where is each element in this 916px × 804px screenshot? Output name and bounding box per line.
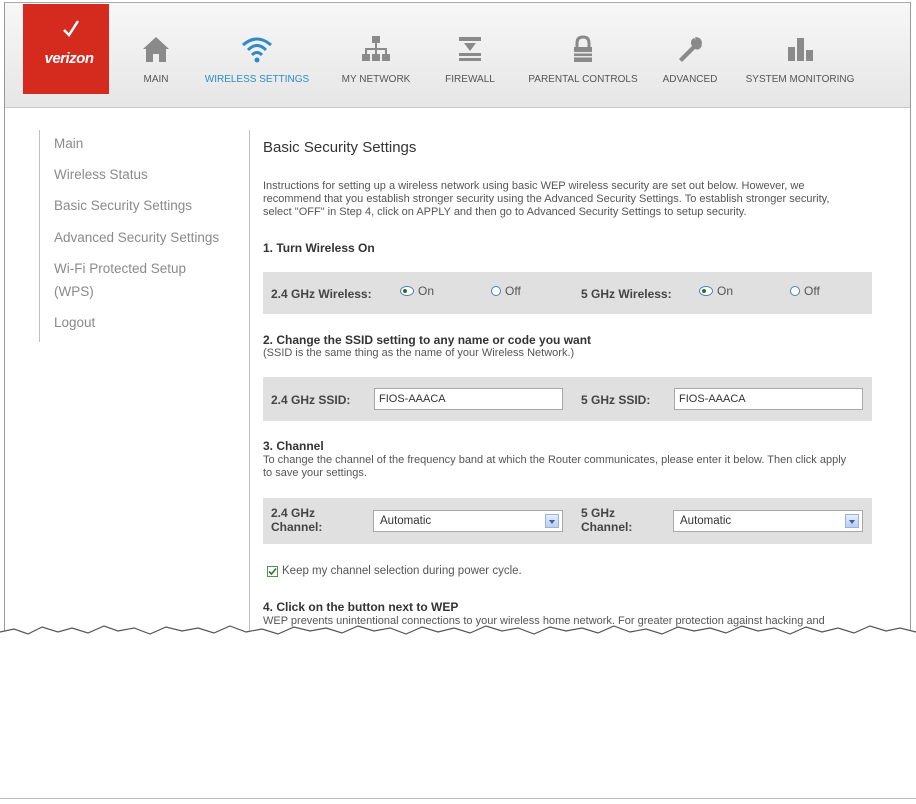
wrench-icon bbox=[679, 37, 702, 62]
ssid-5-input[interactable] bbox=[674, 388, 863, 410]
nav-my-network[interactable]: MY NETWORK bbox=[336, 29, 416, 85]
channel-panel: 2.4 GHz Channel: Automatic 5 GHz Channel… bbox=[263, 498, 872, 544]
wireless-5-off-radio[interactable]: Off bbox=[790, 284, 820, 298]
wireless-5-label: 5 GHz Wireless: bbox=[581, 287, 672, 301]
ssid-24-input[interactable] bbox=[374, 388, 563, 410]
verizon-logo[interactable]: verizon bbox=[23, 4, 109, 94]
ssid-panel: 2.4 GHz SSID: 5 GHz SSID: bbox=[263, 377, 872, 421]
nav-system-monitoring[interactable]: SYSTEM MONITORING bbox=[740, 29, 860, 85]
step2-note: (SSID is the same thing as the name of y… bbox=[263, 347, 575, 359]
radio-dot bbox=[491, 286, 501, 296]
nav-label: WIRELESS SETTINGS bbox=[204, 74, 310, 85]
radio-dot bbox=[400, 286, 414, 296]
chevron-down-icon[interactable] bbox=[845, 514, 859, 528]
bar-chart-icon bbox=[788, 38, 813, 61]
sidebar-nav: Main Wireless Status Basic Security Sett… bbox=[39, 130, 250, 342]
channel-5-value: Automatic bbox=[680, 515, 732, 527]
radio-label: On bbox=[418, 284, 435, 298]
channel-24-label-line1: 2.4 GHz bbox=[271, 506, 316, 520]
channel-5-label-line2: Channel: bbox=[581, 520, 633, 534]
nav-wireless-settings[interactable]: WIRELESS SETTINGS bbox=[197, 29, 317, 85]
nav-firewall[interactable]: FIREWALL bbox=[440, 29, 500, 85]
radio-label: Off bbox=[804, 284, 820, 298]
step1-heading: 1. Turn Wireless On bbox=[263, 241, 375, 255]
sidebar-item-wps[interactable]: Wi-Fi Protected Setup bbox=[54, 257, 186, 280]
browser-window: verizon MAIN WIRELESS SETTINGS MY NETWOR… bbox=[4, 2, 911, 643]
firewall-icon bbox=[459, 37, 481, 61]
wireless-24-off-radio[interactable]: Off bbox=[491, 284, 521, 298]
nav-label: SYSTEM MONITORING bbox=[745, 74, 855, 85]
sidebar-item-wireless-status[interactable]: Wireless Status bbox=[54, 163, 148, 186]
radio-dot bbox=[699, 286, 713, 296]
nav-parental-controls[interactable]: PARENTAL CONTROLS bbox=[518, 29, 648, 85]
keep-channel-checkbox[interactable] bbox=[267, 566, 278, 577]
channel-24-select[interactable]: Automatic bbox=[373, 510, 563, 532]
nav-label: MAIN bbox=[143, 74, 169, 85]
intro-line-1: Instructions for setting up a wireless n… bbox=[263, 180, 805, 192]
torn-edge bbox=[0, 625, 916, 652]
nav-label: PARENTAL CONTROLS bbox=[528, 74, 638, 85]
lock-icon bbox=[574, 35, 592, 62]
radio-label: Off bbox=[505, 284, 521, 298]
step3-desc-2: to save your settings. bbox=[263, 467, 367, 479]
sidebar-item-logout[interactable]: Logout bbox=[54, 311, 95, 334]
page-title: Basic Security Settings bbox=[263, 139, 417, 156]
network-icon bbox=[362, 36, 390, 61]
radio-dot bbox=[790, 286, 800, 296]
intro-line-3: select "OFF" in Step 4, click on APPLY a… bbox=[263, 206, 747, 218]
sidebar-item-basic-security-settings[interactable]: Basic Security Settings bbox=[54, 194, 192, 217]
top-header: verizon MAIN WIRELESS SETTINGS MY NETWOR… bbox=[5, 3, 910, 108]
ssid-5-label: 5 GHz SSID: bbox=[581, 393, 651, 407]
footer-rule bbox=[0, 798, 916, 799]
radio-label: On bbox=[717, 284, 734, 298]
home-icon bbox=[143, 37, 169, 62]
channel-24-value: Automatic bbox=[380, 515, 432, 527]
step3-desc-1: To change the channel of the frequency b… bbox=[263, 454, 847, 466]
nav-label: ADVANCED bbox=[662, 74, 718, 85]
wireless-24-label: 2.4 GHz Wireless: bbox=[271, 287, 372, 301]
sidebar-item-wps-suffix[interactable]: (WPS) bbox=[54, 280, 94, 303]
checkmark-icon bbox=[268, 567, 277, 576]
check-mark-icon bbox=[63, 20, 79, 37]
chevron-down-icon[interactable] bbox=[545, 514, 559, 528]
nav-label: FIREWALL bbox=[445, 74, 495, 85]
step2-heading: 2. Change the SSID setting to any name o… bbox=[263, 333, 592, 347]
channel-5-label-line1: 5 GHz bbox=[581, 506, 616, 520]
content-divider bbox=[249, 130, 250, 643]
step3-heading: 3. Channel bbox=[263, 439, 324, 453]
keep-channel-label: Keep my channel selection during power c… bbox=[282, 565, 522, 577]
intro-line-2: recommend that you establish stronger se… bbox=[263, 193, 830, 205]
nav-label: MY NETWORK bbox=[341, 74, 411, 85]
wireless-5-on-radio[interactable]: On bbox=[699, 284, 733, 298]
wireless-toggle-panel: 2.4 GHz Wireless: On Off 5 GHz Wireless:… bbox=[263, 272, 872, 314]
sidebar-item-main[interactable]: Main bbox=[54, 132, 83, 155]
channel-5-select[interactable]: Automatic bbox=[673, 510, 863, 532]
nav-advanced[interactable]: ADVANCED bbox=[657, 29, 723, 85]
channel-5-label: 5 GHz Channel: bbox=[581, 506, 632, 534]
sidebar-item-advanced-security-settings[interactable]: Advanced Security Settings bbox=[54, 226, 219, 249]
nav-main[interactable]: MAIN bbox=[126, 29, 186, 85]
logo-text: verizon bbox=[44, 50, 94, 67]
channel-24-label-line2: Channel: bbox=[271, 520, 323, 534]
channel-24-label: 2.4 GHz Channel: bbox=[271, 506, 322, 534]
ssid-24-label: 2.4 GHz SSID: bbox=[271, 393, 351, 407]
wifi-icon bbox=[242, 37, 272, 63]
wireless-24-on-radio[interactable]: On bbox=[400, 284, 434, 298]
